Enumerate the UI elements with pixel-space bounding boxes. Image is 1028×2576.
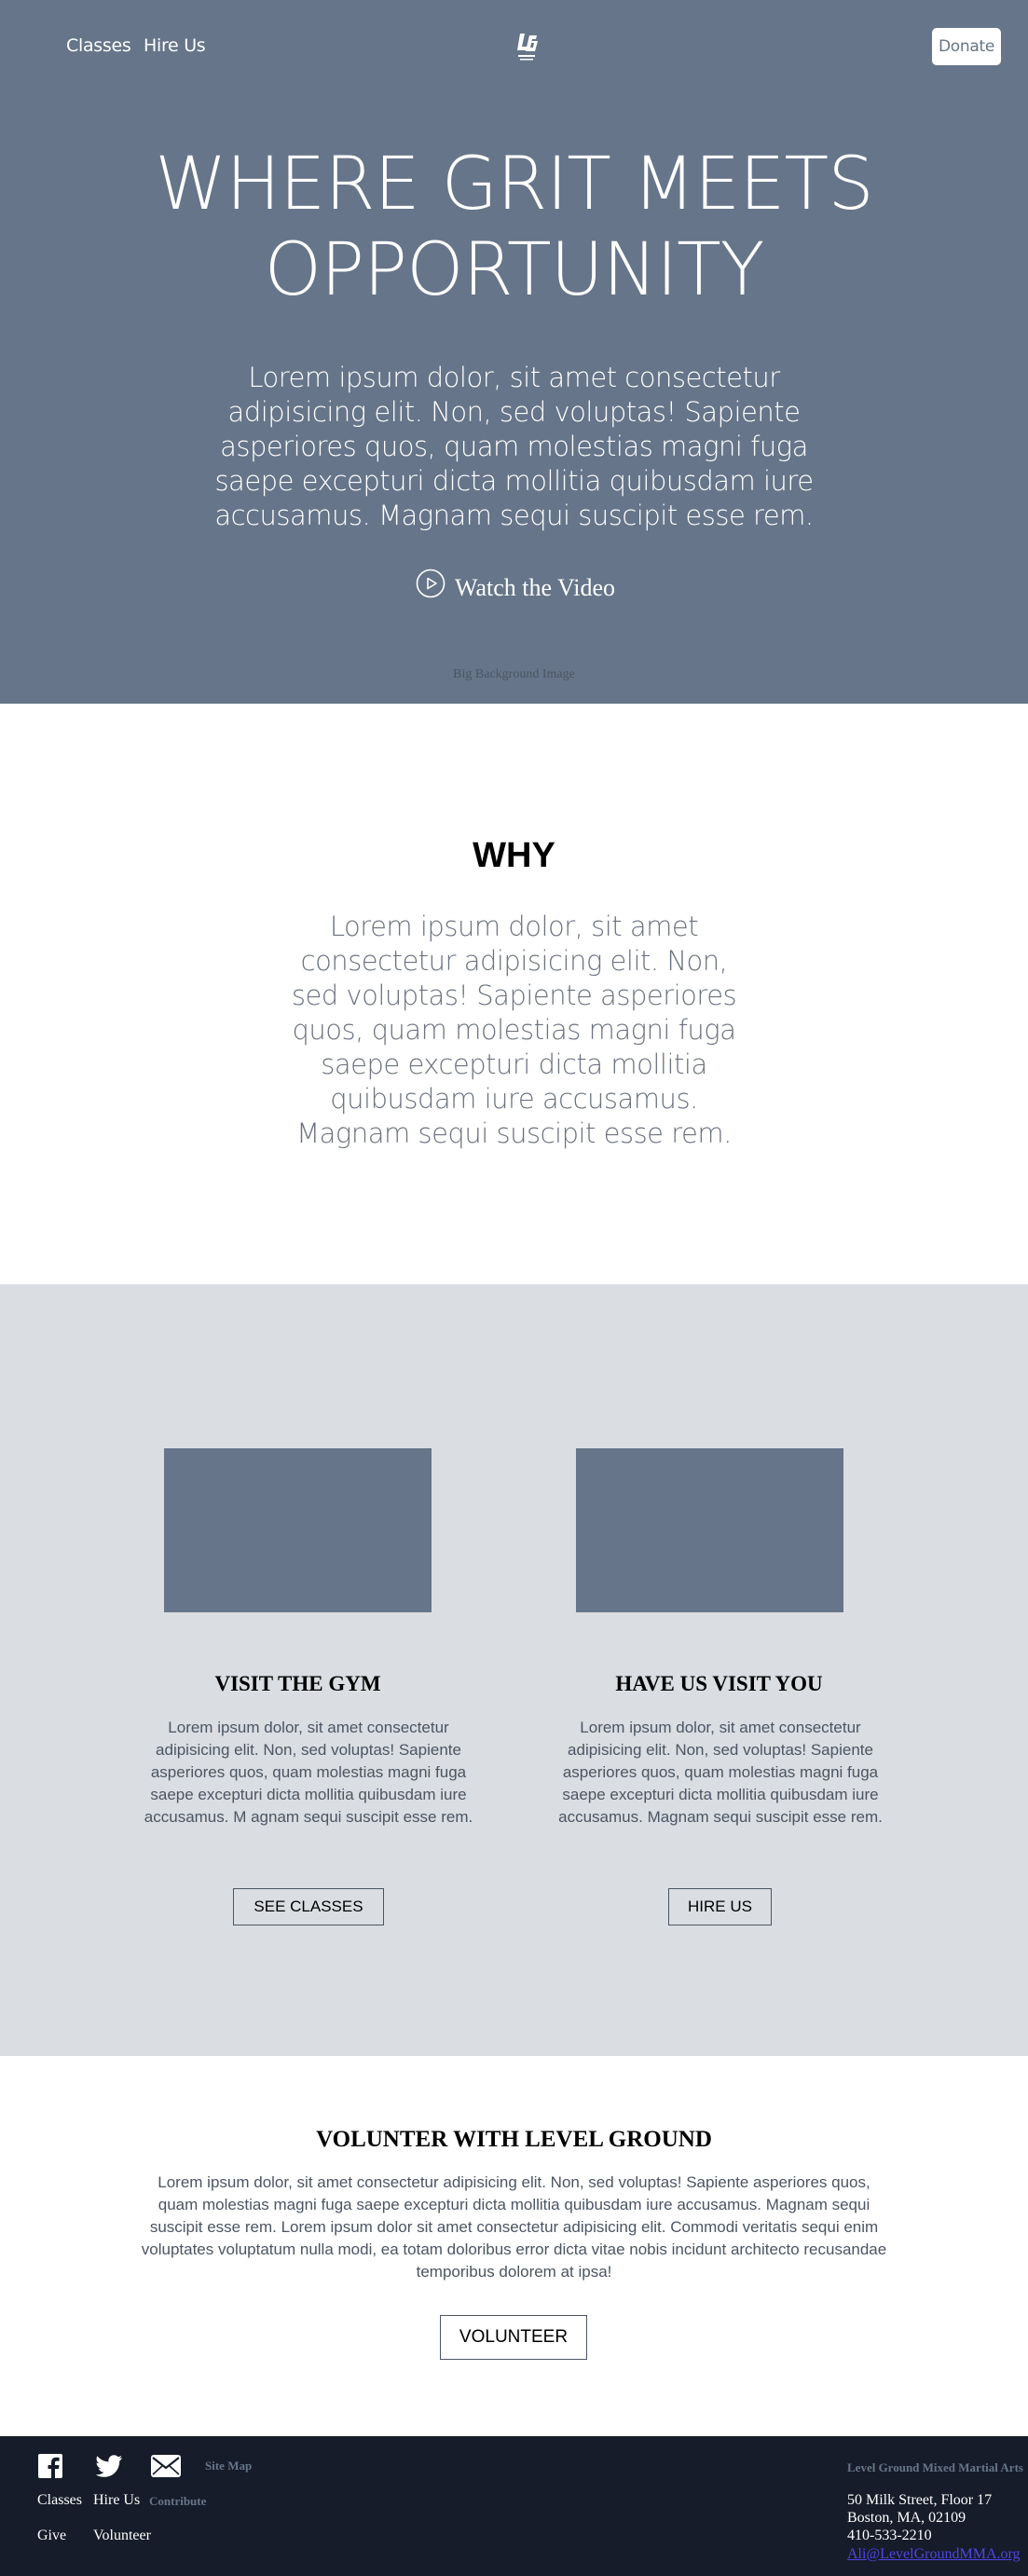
see-classes-button[interactable]: SEE CLASSES — [233, 1888, 384, 1925]
hero-section: Classes Hire Us Donate WHERE GRIT MEETS … — [0, 0, 1028, 704]
email-icon[interactable] — [151, 2455, 181, 2477]
footer-classes-link[interactable]: Classes — [37, 2492, 82, 2509]
hire-us-body: Lorem ipsum dolor, sit amet consectetur … — [558, 1719, 883, 1826]
hero-title-line2: OPPORTUNITY — [264, 228, 765, 312]
visit-gym-body: Lorem ipsum dolor, sit amet consectetur … — [144, 1719, 473, 1826]
hero-title-line1: WHERE GRIT MEETS — [155, 143, 873, 226]
hero-body-text: Lorem ipsum dolor, sit amet consectetur … — [214, 362, 814, 531]
footer-contribute-link[interactable]: Contribute — [149, 2494, 206, 2509]
background-image-caption: Big Background Image — [453, 667, 575, 681]
donate-button[interactable]: Donate — [932, 28, 1001, 65]
volunteer-body: Lorem ipsum dolor, sit amet consectetur … — [141, 2173, 887, 2281]
nav-hire-us-link[interactable]: Hire Us — [144, 35, 206, 56]
footer-give-link[interactable]: Give — [37, 2528, 66, 2544]
footer-hire-us-link[interactable]: Hire Us — [93, 2492, 140, 2509]
twitter-icon[interactable] — [95, 2455, 123, 2477]
nav-classes-link[interactable]: Classes — [66, 35, 131, 56]
level-ground-logo-icon[interactable] — [514, 32, 539, 63]
footer-address-line2: Boston, MA, 02109 — [847, 2510, 966, 2526]
why-body-text: Lorem ipsum dolor, sit amet consectetur … — [291, 911, 737, 1149]
hire-us-image — [576, 1448, 843, 1612]
footer-address-line1: 50 Milk Street, Floor 17 — [847, 2492, 993, 2508]
cards-section: VISIT THE GYM Lorem ipsum dolor, sit ame… — [0, 1284, 1028, 2056]
hire-us-title: HAVE US VISIT YOU — [615, 1672, 823, 1695]
hero-title: WHERE GRIT MEETS OPPORTUNITY — [0, 142, 1028, 313]
footer-volunteer-link[interactable]: Volunteer — [93, 2528, 151, 2544]
facebook-icon[interactable] — [37, 2453, 63, 2479]
footer: Site Map Classes Hire Us Contribute Give… — [0, 2436, 1028, 2576]
watch-video-label[interactable]: Watch the Video — [455, 574, 615, 602]
watch-video-link[interactable]: Watch the Video — [416, 565, 615, 602]
why-title: WHY — [473, 836, 555, 875]
footer-site-map-link[interactable]: Site Map — [205, 2459, 252, 2473]
volunteer-title: VOLUNTER WITH LEVEL GROUND — [316, 2127, 712, 2152]
footer-email-link[interactable]: Ali@LevelGroundMMA.org — [847, 2546, 1021, 2563]
footer-org-name: Level Ground Mixed Martial Arts — [847, 2460, 1023, 2474]
play-circle-icon[interactable] — [416, 569, 445, 598]
visit-gym-title: VISIT THE GYM — [214, 1672, 381, 1695]
hire-us-button[interactable]: HIRE US — [668, 1888, 772, 1925]
visit-gym-image — [164, 1448, 432, 1612]
volunteer-button[interactable]: VOLUNTEER — [440, 2315, 587, 2360]
footer-phone: 410-533-2210 — [847, 2528, 932, 2543]
